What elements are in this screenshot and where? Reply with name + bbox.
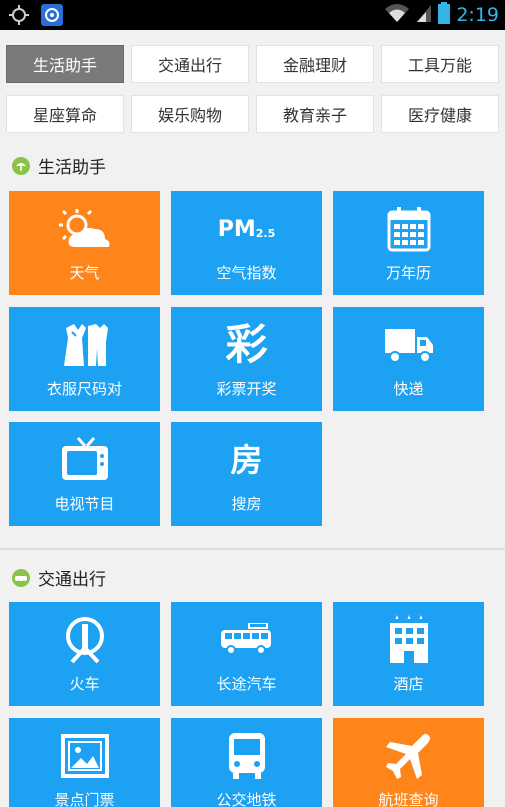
car-icon bbox=[12, 568, 30, 587]
lottery-icon: 彩 bbox=[225, 320, 268, 369]
section-divider bbox=[0, 548, 505, 550]
calendar-icon bbox=[379, 205, 439, 253]
tab-transport[interactable]: 交通出行 bbox=[131, 45, 249, 83]
tile-metro-bus[interactable]: 公交地铁 bbox=[171, 718, 322, 807]
tab-medical[interactable]: 医疗健康 bbox=[381, 95, 499, 133]
train-icon bbox=[55, 616, 115, 664]
airplane-icon bbox=[379, 732, 439, 780]
tile-flight-search[interactable]: 航班查询 bbox=[333, 718, 484, 807]
house-icon: 房 bbox=[230, 441, 263, 479]
app-notification-icon bbox=[40, 3, 64, 31]
tab-life-assistant[interactable]: 生活助手 bbox=[6, 45, 124, 83]
metro-bus-icon bbox=[217, 732, 277, 780]
tile-long-distance-bus[interactable]: 长途汽车 bbox=[171, 602, 322, 706]
signal-icon bbox=[416, 3, 432, 27]
tab-tools[interactable]: 工具万能 bbox=[381, 45, 499, 83]
picture-icon bbox=[55, 732, 115, 780]
battery-icon bbox=[438, 2, 451, 28]
tile-air-index[interactable]: PM 2.5 空气指数 bbox=[171, 191, 322, 295]
tile-calendar[interactable]: 万年历 bbox=[333, 191, 484, 295]
tab-education[interactable]: 教育亲子 bbox=[256, 95, 374, 133]
status-bar: 2:19 bbox=[0, 0, 505, 30]
clock: 2:19 bbox=[456, 4, 499, 26]
tile-clothes-size[interactable]: 衣服尺码对 bbox=[9, 307, 160, 411]
tab-entertainment[interactable]: 娱乐购物 bbox=[131, 95, 249, 133]
tile-weather[interactable]: 天气 bbox=[9, 191, 160, 295]
tile-lottery[interactable]: 彩 彩票开奖 bbox=[171, 307, 322, 411]
bus-icon bbox=[217, 616, 277, 664]
tab-horoscope[interactable]: 星座算命 bbox=[6, 95, 124, 133]
hotel-icon bbox=[379, 615, 439, 664]
tab-finance[interactable]: 金融理财 bbox=[256, 45, 374, 83]
tile-hotel[interactable]: 酒店 bbox=[333, 602, 484, 706]
weather-icon bbox=[55, 205, 115, 253]
tile-house-search[interactable]: 房 搜房 bbox=[171, 422, 322, 526]
pm25-icon: PM 2.5 bbox=[217, 216, 276, 242]
truck-icon bbox=[379, 321, 439, 369]
tile-tv-program[interactable]: 电视节目 bbox=[9, 422, 160, 526]
section-title-transport: 交通出行 bbox=[12, 565, 106, 590]
tile-scenic-tickets[interactable]: 景点门票 bbox=[9, 718, 160, 807]
tile-express[interactable]: 快递 bbox=[333, 307, 484, 411]
gps-icon bbox=[8, 4, 30, 30]
wifi-icon bbox=[384, 3, 410, 27]
tv-icon bbox=[55, 436, 115, 484]
tile-train[interactable]: 火车 bbox=[9, 602, 160, 706]
umbrella-icon bbox=[12, 156, 30, 175]
section-title-life: 生活助手 bbox=[12, 153, 106, 178]
clothes-icon bbox=[55, 321, 115, 369]
